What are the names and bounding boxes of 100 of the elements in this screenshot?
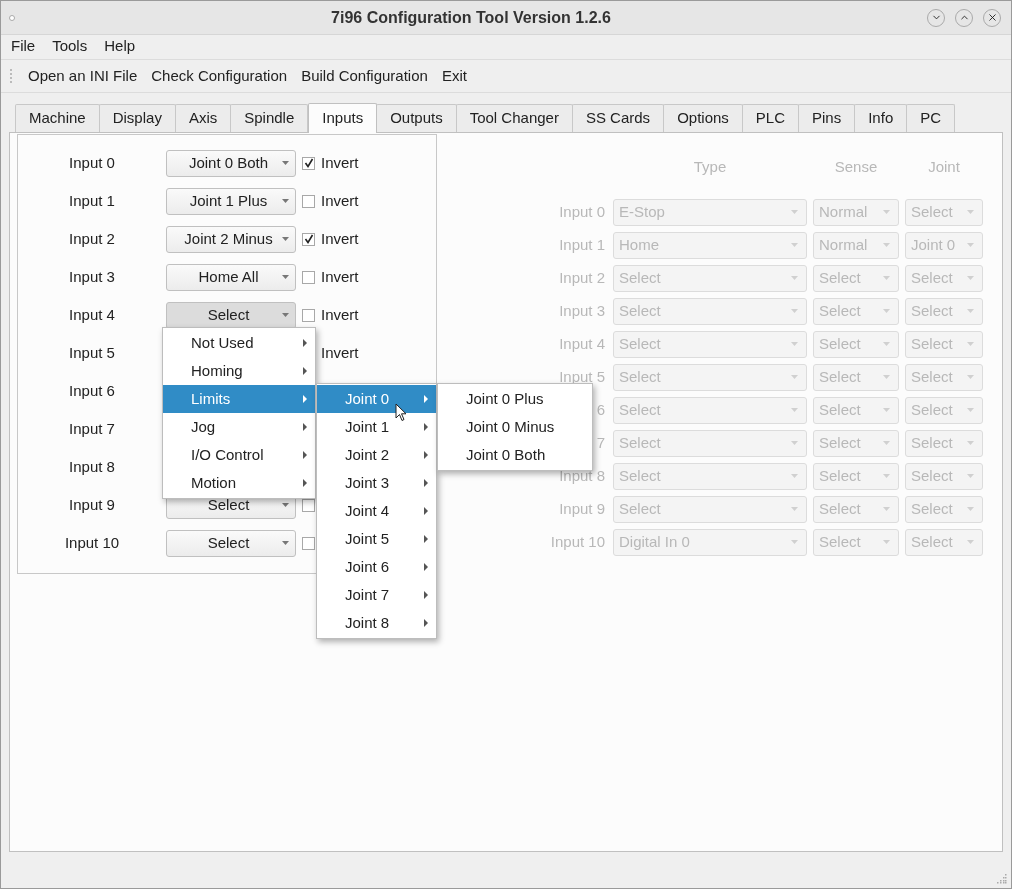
submenu-arrow-icon: [424, 563, 428, 571]
tab[interactable]: Spindle: [230, 104, 309, 132]
checkbox[interactable]: [302, 270, 315, 284]
menu-item[interactable]: Help: [103, 34, 137, 58]
caret-icon: [967, 243, 974, 247]
input-label: Input 10: [63, 532, 121, 553]
submenu-arrow-icon: [424, 591, 428, 599]
caret-icon: [791, 408, 798, 412]
checkbox-label: Invert: [321, 228, 359, 249]
caret-icon: [967, 408, 974, 412]
caret-icon: [883, 309, 890, 313]
caret-icon: [791, 210, 798, 214]
submenu-arrow-icon: [303, 395, 307, 403]
submenu-arrow-icon: [424, 507, 428, 515]
caret-icon: [791, 342, 798, 346]
toolbar-grip-icon: [9, 68, 13, 84]
dropdown[interactable]: Select: [166, 529, 296, 557]
toolbar-button[interactable]: Build Configuration: [294, 62, 435, 90]
submenu-arrow-icon: [303, 339, 307, 347]
menu-item[interactable]: Joint 0 Plus: [438, 385, 592, 413]
submenu-arrow-icon: [303, 423, 307, 431]
caret-icon: [282, 275, 289, 279]
submenu-arrow-icon: [303, 451, 307, 459]
menu-item[interactable]: Joint 2: [317, 441, 436, 469]
caret-icon: [967, 474, 974, 478]
submenu-arrow-icon: [424, 451, 428, 459]
menu-item[interactable]: Joint 5: [317, 525, 436, 553]
checkbox-label: Invert: [321, 152, 359, 173]
input-label: Input 6: [68, 380, 116, 401]
dropdown[interactable]: Joint 1 Plus: [166, 187, 296, 215]
checkbox-label: Invert: [321, 266, 359, 287]
caret-icon: [967, 540, 974, 544]
size-grip-icon[interactable]: [997, 874, 1007, 884]
submenu-arrow-icon: [303, 367, 307, 375]
input-label: Input 3: [558, 300, 606, 321]
submenu-arrow-icon: [424, 423, 428, 431]
checkbox[interactable]: [302, 536, 315, 550]
caret-icon: [282, 199, 289, 203]
submenu-arrow-icon: [424, 535, 428, 543]
menu-item[interactable]: Limits: [163, 385, 315, 413]
caret-icon: [791, 276, 798, 280]
column-header: Joint: [927, 156, 961, 177]
dropdown[interactable]: Joint 0 Both: [166, 149, 296, 177]
input-label: Input 8: [68, 456, 116, 477]
menu-item[interactable]: Joint 1: [317, 413, 436, 441]
checkbox-label: Invert: [321, 304, 359, 325]
input-label: Input 4: [558, 333, 606, 354]
tab[interactable]: PC: [906, 104, 956, 132]
menu-item[interactable]: Joint 7: [317, 581, 436, 609]
tab[interactable]: Inputs: [308, 103, 378, 133]
input-label: Input 0: [558, 201, 606, 222]
caret-icon: [282, 541, 289, 545]
menu-item[interactable]: Joint 6: [317, 553, 436, 581]
submenu-arrow-icon: [424, 479, 428, 487]
dropdown[interactable]: Home All: [166, 263, 296, 291]
menu-item[interactable]: Joint 3: [317, 469, 436, 497]
menu-item[interactable]: Joint 4: [317, 497, 436, 525]
caret-icon: [282, 237, 289, 241]
close-icon: [986, 12, 998, 23]
input-label: 6: [595, 399, 606, 420]
window-title: 7i96 Configuration Tool Version 1.2.6: [330, 7, 612, 28]
input-label: Input 2: [68, 228, 116, 249]
menu-item[interactable]: Joint 8: [317, 609, 436, 637]
submenu-arrow-icon: [303, 479, 307, 487]
input-label: Input 10: [550, 531, 606, 552]
caret-icon: [967, 210, 974, 214]
caret-icon: [282, 313, 289, 317]
toolbar-button[interactable]: Open an INI File: [21, 62, 145, 90]
menu-item[interactable]: Joint 0: [317, 385, 436, 413]
column-header: Sense: [833, 156, 879, 177]
input-label: Input 3: [68, 266, 116, 287]
dropdown[interactable]: Select: [166, 301, 296, 329]
column-header: Type: [692, 156, 728, 177]
checkbox[interactable]: [302, 156, 315, 170]
menu-item[interactable]: Joint 0 Minus: [438, 413, 592, 441]
menu-item[interactable]: Tools: [51, 34, 89, 58]
caret-icon: [791, 309, 798, 313]
tab[interactable]: Machine: [15, 104, 100, 132]
caret-icon: [967, 342, 974, 346]
caret-icon: [791, 375, 798, 379]
menu-item[interactable]: I/O Control: [163, 441, 315, 469]
input-label: Input 5: [558, 366, 606, 387]
menu-item[interactable]: Not Used: [163, 329, 315, 357]
input-label: Input 5: [68, 342, 116, 363]
menu-item[interactable]: Jog: [163, 413, 315, 441]
caret-icon: [883, 474, 890, 478]
input-label: Input 1: [68, 190, 116, 211]
input-label: Input 1: [558, 234, 606, 255]
checkbox[interactable]: [302, 232, 315, 246]
dropdown[interactable]: Joint 2 Minus: [166, 225, 296, 253]
toolbar-button[interactable]: Check Configuration: [144, 62, 295, 90]
checkbox[interactable]: [302, 308, 315, 322]
caret-icon: [282, 503, 289, 507]
toolbar-button[interactable]: Exit: [434, 62, 474, 90]
menu-item[interactable]: File: [10, 34, 37, 58]
checkbox[interactable]: [302, 194, 315, 208]
input-label: 7: [595, 432, 606, 453]
mouse-cursor-icon: [395, 403, 407, 422]
menu-item[interactable]: Homing: [163, 357, 315, 385]
submenu-arrow-icon: [424, 395, 428, 403]
